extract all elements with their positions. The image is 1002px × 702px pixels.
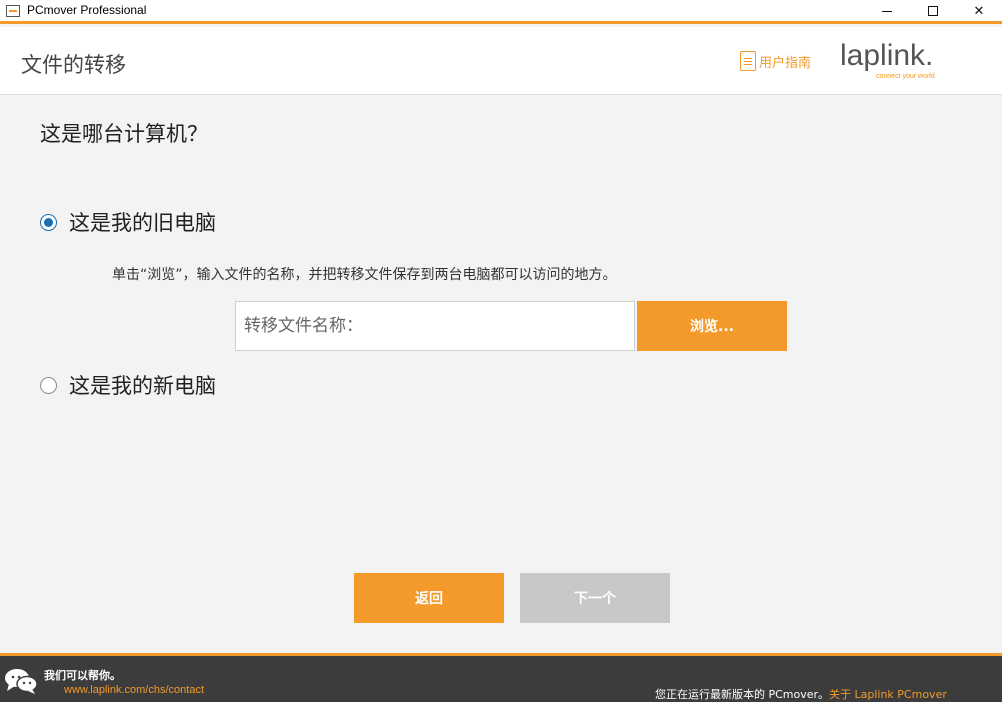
option-old-computer-label: 这是我的旧电脑 [69, 211, 216, 235]
minimize-button[interactable] [864, 0, 910, 22]
back-button[interactable]: 返回 [354, 573, 504, 623]
about-link[interactable]: 关于 Laplink PCmover Professional [829, 686, 1002, 702]
option-new-computer[interactable]: 这是我的新电脑 [40, 370, 216, 400]
document-icon [740, 51, 756, 71]
option-new-computer-label: 这是我的新电脑 [69, 374, 216, 398]
radio-old-computer[interactable] [40, 213, 57, 231]
user-guide-link[interactable]: 用户指南 [740, 51, 811, 71]
minimize-icon [882, 10, 892, 12]
transfer-file-name-input[interactable] [235, 301, 635, 351]
logo-tagline: connect your world [876, 73, 935, 80]
option-old-computer[interactable]: 这是我的旧电脑 [40, 207, 216, 237]
app-icon [6, 5, 20, 17]
window-title: PCmover Professional [27, 3, 147, 17]
footer: 我们可以帮你。 www.laplink.com/chs/contact 您正在运… [0, 653, 1002, 702]
user-guide-label: 用户指南 [759, 55, 812, 71]
instruction-text: 单击“浏览”，输入文件的名称，并把转移文件保存到两台电脑都可以访问的地方。 [112, 267, 617, 283]
browse-button[interactable]: 浏览... [637, 301, 787, 351]
help-text: 我们可以帮你。 [44, 669, 121, 682]
laplink-logo: laplink. connect your world [840, 39, 950, 83]
radio-new-computer[interactable] [40, 376, 57, 394]
maximize-button[interactable] [910, 0, 956, 22]
next-button[interactable]: 下一个 [520, 573, 670, 623]
version-status: 您正在运行最新版本的 PCmover。 [655, 688, 830, 701]
chat-icon [5, 669, 38, 694]
close-button[interactable]: ✕ [956, 0, 1002, 22]
maximize-icon [928, 6, 938, 16]
page-header: 文件的转移 用户指南 laplink. connect your world [0, 27, 1002, 95]
contact-link[interactable]: www.laplink.com/chs/contact [64, 684, 204, 696]
logo-wordmark: laplink. [840, 39, 934, 72]
question-heading: 这是哪台计算机？ [40, 122, 208, 146]
page-title: 文件的转移 [21, 53, 126, 77]
close-icon: ✕ [973, 3, 985, 19]
title-bar: PCmover Professional ✕ [0, 0, 1002, 24]
